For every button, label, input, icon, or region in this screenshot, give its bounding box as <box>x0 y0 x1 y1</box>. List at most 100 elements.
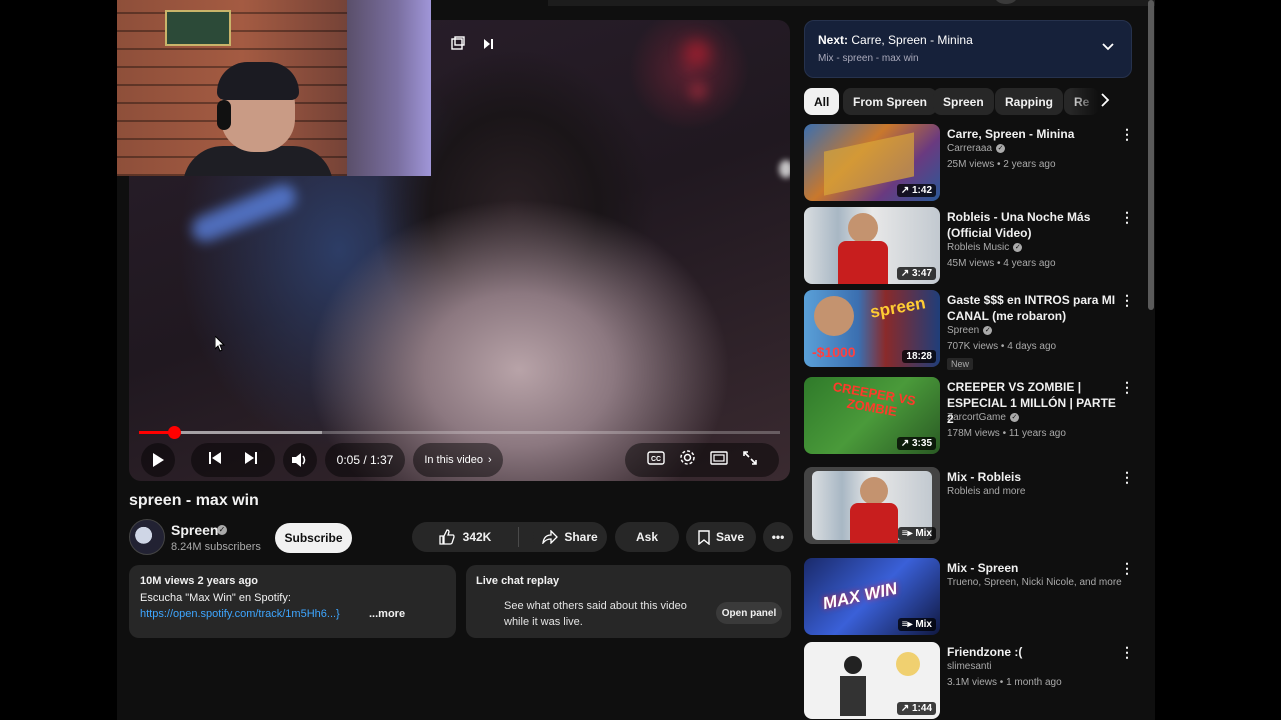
rec-channel-name[interactable]: Robleis Music <box>947 242 1009 253</box>
chapters-button[interactable]: In this video › <box>413 443 503 477</box>
thumbnail-figure <box>896 652 920 676</box>
rec-title[interactable]: Robleis - Una Noche Más (Official Video) <box>947 209 1117 241</box>
chip-spreen[interactable]: Spreen <box>933 88 994 115</box>
thumbnail-figure <box>844 656 862 674</box>
chevron-down-icon[interactable] <box>1101 39 1115 57</box>
verified-check-icon: ✓ <box>1009 412 1019 422</box>
rec-channel: Spreen ✓ <box>947 325 993 336</box>
recommendation-item[interactable]: CREEPER VS ZOMBIE ↗ 3:35 CREEPER VS ZOMB… <box>804 377 1144 457</box>
video-thumbnail[interactable]: MAX WIN ≡▸ Mix <box>804 558 940 635</box>
chip-rapping[interactable]: Rapping <box>995 88 1063 115</box>
kebab-menu-icon[interactable]: ⋮ <box>1120 209 1134 226</box>
rec-title[interactable]: Carre, Spreen - Minina <box>947 126 1117 142</box>
miniplayer-icon[interactable] <box>449 36 467 54</box>
thumbnail-text: MAX WIN <box>821 578 899 614</box>
show-more-link[interactable]: ...more <box>369 608 405 620</box>
kebab-menu-icon[interactable]: ⋮ <box>1120 469 1134 486</box>
shorts-icon: ↗ <box>900 703 912 714</box>
theater-mode-icon[interactable] <box>709 450 728 470</box>
rec-title[interactable]: Friendzone :( <box>947 644 1117 660</box>
rec-channel-name[interactable]: ZarcortGame <box>947 412 1006 423</box>
verified-check-icon: ✓ <box>996 143 1006 153</box>
subscribe-button[interactable]: Subscribe <box>275 523 352 553</box>
save-button[interactable]: Save <box>686 522 756 552</box>
chevron-right-icon[interactable] <box>1100 93 1110 112</box>
fullscreen-icon[interactable] <box>742 450 758 471</box>
video-thumbnail[interactable]: ≡▸ Mix <box>804 467 940 544</box>
prev-next-controls <box>191 443 275 477</box>
webcam-wall <box>347 0 431 176</box>
chip-from-spreen[interactable]: From Spreen <box>843 88 938 115</box>
up-next-panel[interactable]: Next: Carre, Spreen - Minina Mix - spree… <box>804 20 1132 78</box>
rec-channel: Trueno, Spreen, Nicki Nicole, and more <box>947 577 1122 588</box>
video-thumbnail[interactable]: CREEPER VS ZOMBIE ↗ 3:35 <box>804 377 940 454</box>
duration-badge: 18:28 <box>902 350 936 363</box>
share-button[interactable]: Share <box>533 522 607 552</box>
video-thumbnail[interactable]: ↗ 1:44 <box>804 642 940 719</box>
open-panel-button[interactable]: Open panel <box>716 602 782 624</box>
video-thumbnail[interactable]: ↗ 3:47 <box>804 207 940 284</box>
like-button[interactable]: 342K <box>412 527 519 547</box>
recommendation-item[interactable]: ↗ 3:47 Robleis - Una Noche Más (Official… <box>804 207 1144 287</box>
channel-name[interactable]: Spreen <box>171 522 218 538</box>
chat-replay-title: Live chat replay <box>476 575 560 587</box>
chat-replay-text: See what others said about this video wh… <box>504 600 687 628</box>
recommendation-item[interactable]: ↗ 1:42 Carre, Spreen - Minina Carreraaa ✓… <box>804 124 1144 204</box>
thumbnail-text: spreen <box>868 293 927 322</box>
rec-channel: Robleis Music ✓ <box>947 242 1023 253</box>
captions-icon[interactable]: CC <box>646 450 665 470</box>
settings-gear-icon[interactable] <box>679 449 696 471</box>
thumbnail-face <box>814 296 854 336</box>
rec-title[interactable]: Mix - Robleis <box>947 469 1117 485</box>
time-display: 0:05 / 1:37 <box>325 443 405 477</box>
recommendation-item[interactable]: ↗ 1:44 Friendzone :( slimesanti 3.1M vie… <box>804 642 1144 720</box>
ask-button[interactable]: Ask <box>615 522 679 552</box>
page-scrollbar[interactable] <box>1148 0 1154 310</box>
kebab-menu-icon[interactable]: ⋮ <box>1120 126 1134 143</box>
video-frame-light <box>779 160 790 178</box>
mix-badge: ≡▸ Mix <box>897 618 936 631</box>
headphones-icon <box>217 100 231 130</box>
recommendation-item[interactable]: MAX WIN ≡▸ Mix Mix - Spreen Trueno, Spre… <box>804 558 1144 638</box>
rec-channel-name[interactable]: Spreen <box>947 325 979 336</box>
description-box[interactable]: 10M views 2 years ago Escucha "Max Win" … <box>129 565 456 638</box>
spotify-link[interactable]: https://open.spotify.com/track/1m5Hh6...… <box>140 608 340 620</box>
account-avatar[interactable] <box>995 0 1017 4</box>
rec-meta: 178M views • 11 years ago <box>947 428 1066 439</box>
skip-next-icon[interactable] <box>479 36 497 54</box>
volume-button[interactable] <box>283 443 317 477</box>
rec-channel-name[interactable]: Carreraaa <box>947 143 992 154</box>
video-title: spreen - max win <box>129 492 259 509</box>
progress-scrubber[interactable] <box>167 426 181 439</box>
ask-label: Ask <box>635 530 658 544</box>
kebab-menu-icon[interactable]: ⋮ <box>1120 292 1134 309</box>
previous-icon[interactable] <box>208 451 222 470</box>
up-next-video: Carre, Spreen - Minina <box>851 33 973 47</box>
progress-bar[interactable] <box>139 426 780 439</box>
kebab-menu-icon[interactable]: ⋮ <box>1120 560 1134 577</box>
video-frame-light <box>188 180 300 246</box>
rec-title[interactable]: Mix - Spreen <box>947 560 1117 576</box>
svg-text:CC: CC <box>650 456 660 463</box>
channel-avatar[interactable] <box>129 519 165 555</box>
like-count: 342K <box>462 530 492 544</box>
thumbnail-face <box>848 213 878 243</box>
duration-text: 1:42 <box>911 185 932 196</box>
webcam-person <box>217 62 299 100</box>
playlist-icon: ≡▸ <box>901 619 916 630</box>
kebab-menu-icon[interactable]: ⋮ <box>1120 379 1134 396</box>
recommendation-item[interactable]: spreen -$1000 18:28 Gaste $$$ en INTROS … <box>804 290 1144 370</box>
play-button[interactable] <box>141 443 175 477</box>
rec-title[interactable]: Gaste $$$ en INTROS para MI CANAL (me ro… <box>947 292 1117 324</box>
chip-all[interactable]: All <box>804 88 840 115</box>
kebab-menu-icon[interactable]: ⋮ <box>1120 644 1134 661</box>
more-actions-button[interactable]: ••• <box>763 522 793 552</box>
volume-icon <box>292 453 306 467</box>
recommendation-item[interactable]: ≡▸ Mix Mix - Robleis Robleis and more ⋮ <box>804 467 1144 547</box>
bookmark-icon <box>698 529 710 545</box>
next-icon[interactable] <box>244 451 258 470</box>
video-thumbnail[interactable]: spreen -$1000 18:28 <box>804 290 940 367</box>
duration-text: 1:44 <box>911 703 932 714</box>
video-thumbnail[interactable]: ↗ 1:42 <box>804 124 940 201</box>
new-badge: New <box>947 358 974 370</box>
